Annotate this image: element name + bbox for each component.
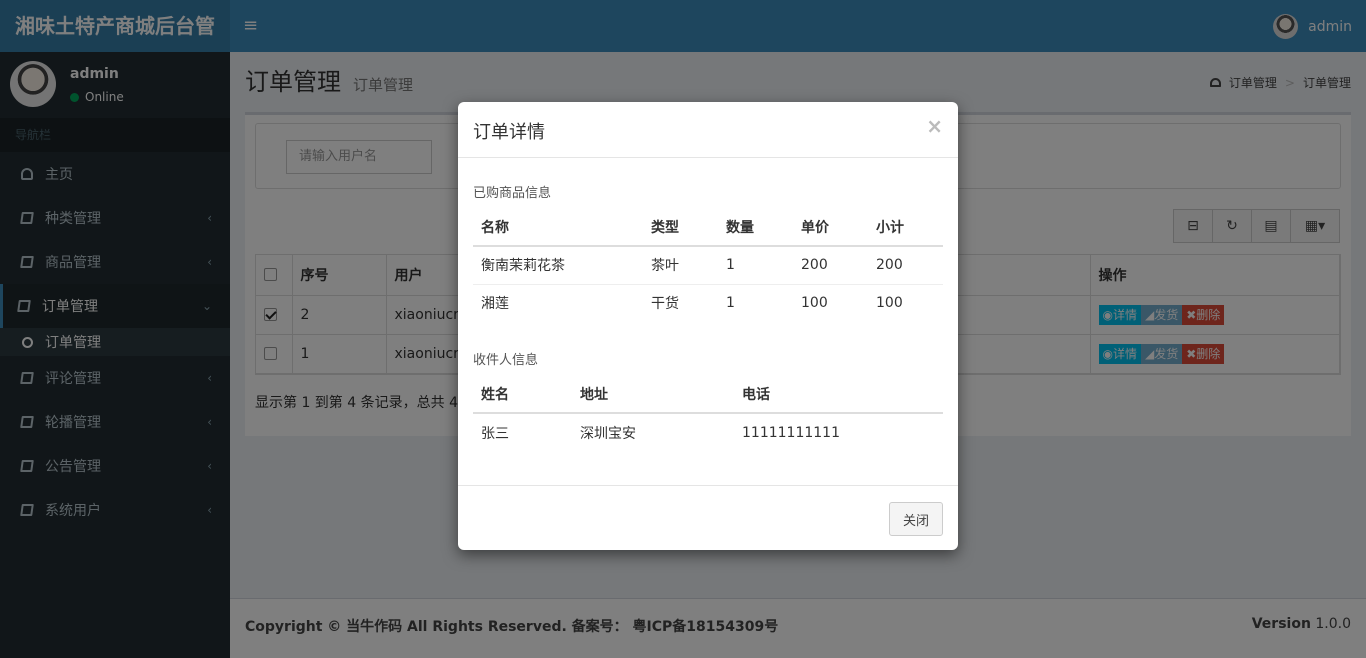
receiver-col-name: 姓名: [473, 375, 572, 414]
close-icon[interactable]: ×: [926, 114, 943, 138]
goods-qty: 1: [726, 295, 735, 312]
goods-header-row: 名称 类型 数量 单价 小计: [473, 208, 943, 247]
receiver-col-phone: 电话: [734, 375, 943, 414]
goods-col-name: 名称: [473, 208, 643, 247]
modal-header: 订单详情 ×: [458, 102, 958, 158]
table-row: 湘莲 干货 1 100 100: [473, 284, 943, 322]
goods-section-label: 已购商品信息: [473, 186, 552, 201]
modal-title: 订单详情: [473, 122, 545, 143]
goods-type: 干货: [651, 296, 679, 313]
goods-subtotal: 100: [876, 295, 903, 312]
table-row: 衡南茉莉花茶 茶叶 1 200 200: [473, 246, 943, 285]
goods-name: 湘莲: [481, 296, 509, 313]
receiver-col-address: 地址: [572, 375, 734, 414]
close-button[interactable]: 关闭: [889, 502, 943, 536]
goods-col-price: 单价: [793, 208, 868, 247]
receiver-table: 姓名 地址 电话 张三 深圳宝安 11111111111: [473, 375, 943, 451]
goods-price: 100: [801, 295, 828, 312]
goods-table: 名称 类型 数量 单价 小计 衡南茉莉花茶 茶叶 1 200 200 湘莲 干货…: [473, 208, 943, 322]
modal-footer: 关闭: [458, 485, 958, 550]
goods-price: 200: [793, 246, 868, 285]
table-row: 张三 深圳宝安 11111111111: [473, 413, 943, 451]
goods-name: 衡南茉莉花茶: [473, 246, 643, 285]
goods-col-qty: 数量: [718, 208, 793, 247]
receiver-phone: 11111111111: [742, 424, 840, 441]
order-detail-modal: 订单详情 × 已购商品信息 名称 类型 数量 单价 小计 衡南茉莉花茶 茶叶 1…: [458, 102, 958, 550]
receiver-header-row: 姓名 地址 电话: [473, 375, 943, 414]
goods-col-type: 类型: [643, 208, 718, 247]
goods-col-subtotal: 小计: [868, 208, 943, 247]
receiver-address: 深圳宝安: [580, 425, 636, 442]
goods-type: 茶叶: [643, 246, 718, 285]
receiver-section-label: 收件人信息: [473, 353, 539, 368]
goods-qty: 1: [718, 246, 793, 285]
receiver-name: 张三: [481, 425, 509, 442]
goods-subtotal: 200: [868, 246, 943, 285]
